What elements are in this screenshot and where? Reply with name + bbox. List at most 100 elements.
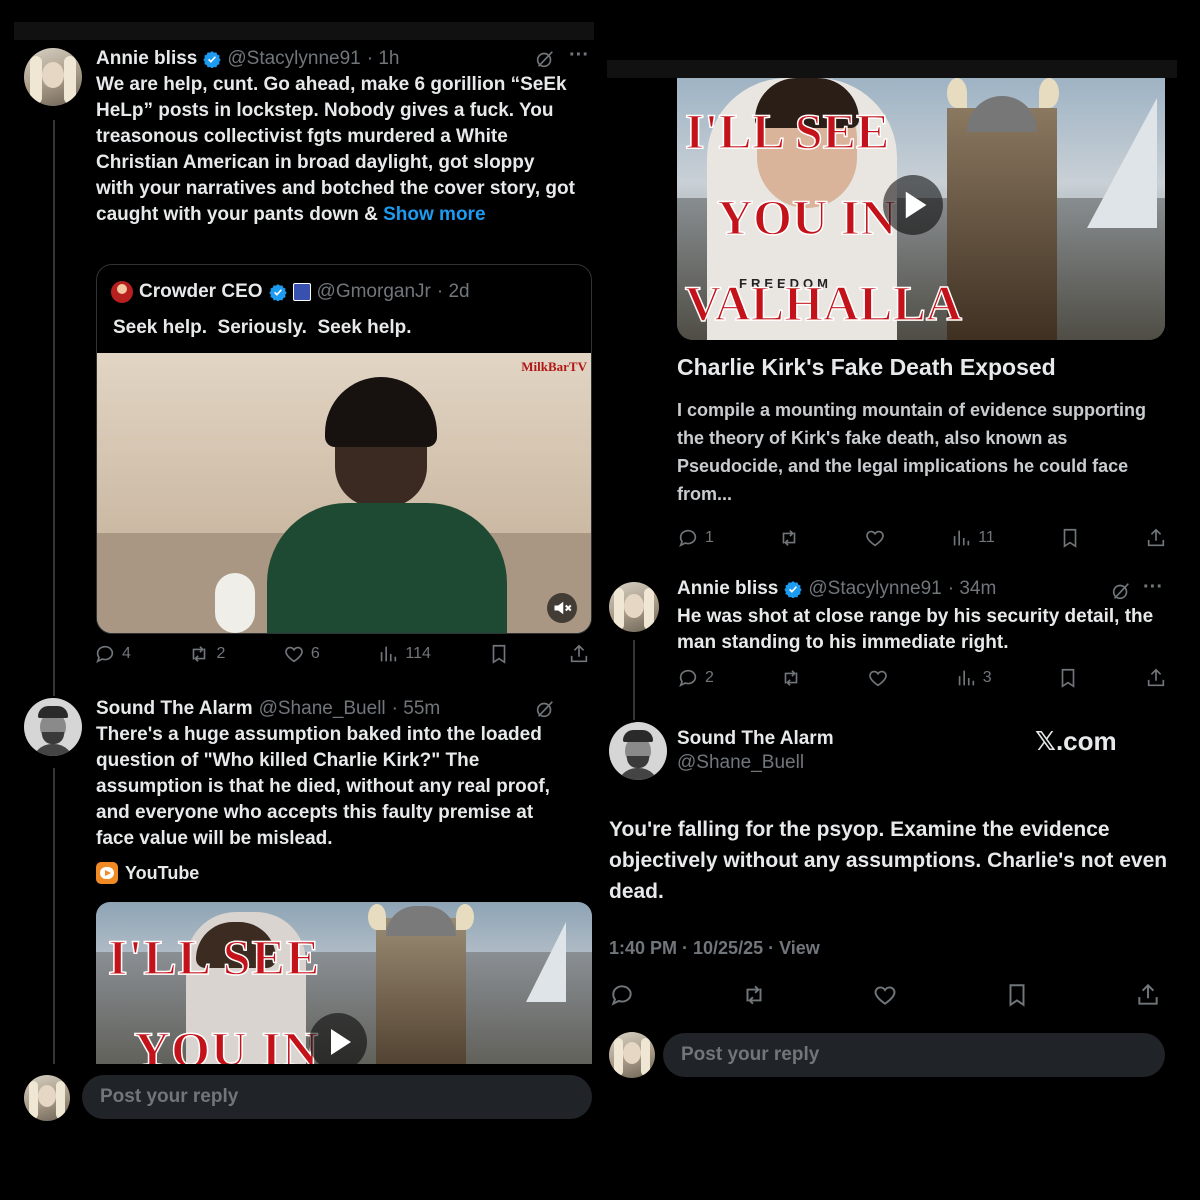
video-thumbnail[interactable]: FREEDOM I'LL SEE YOU IN VALHALLA xyxy=(677,78,1165,340)
thumbnail-title-line: YOU IN xyxy=(133,1020,320,1064)
bookmark-button[interactable] xyxy=(488,643,510,665)
author-name[interactable]: Sound The Alarm xyxy=(677,728,834,750)
panel-top-bar xyxy=(14,22,594,40)
verified-badge-icon xyxy=(203,50,221,68)
author-name[interactable]: Sound The Alarm xyxy=(96,698,253,720)
quote-handle[interactable]: @GmorganJr xyxy=(317,281,431,303)
right-thread-panel: FREEDOM I'LL SEE YOU IN VALHALLA Charlie… xyxy=(607,60,1177,1020)
viking-figure xyxy=(947,108,1057,340)
repost-button[interactable]: 2 xyxy=(188,643,225,665)
more-options-icon[interactable]: ··· xyxy=(1143,576,1163,599)
share-button[interactable] xyxy=(1135,982,1161,1008)
like-icon xyxy=(872,982,898,1008)
play-icon[interactable] xyxy=(882,174,944,236)
grok-icon[interactable] xyxy=(1110,580,1132,602)
avatar[interactable] xyxy=(609,722,667,780)
grok-icon[interactable] xyxy=(534,48,556,70)
reply-button[interactable] xyxy=(609,982,635,1008)
link-source-label: YouTube xyxy=(125,862,200,883)
repost-button[interactable] xyxy=(741,982,767,1008)
repost-icon xyxy=(778,527,800,549)
views-icon xyxy=(377,643,399,665)
avatar[interactable] xyxy=(24,48,82,106)
post-actions xyxy=(609,982,1161,1008)
repost-count: 2 xyxy=(216,645,226,662)
like-icon xyxy=(867,667,889,689)
card-description: I compile a mounting mountain of evidenc… xyxy=(677,400,1147,504)
bookmark-icon xyxy=(1004,982,1030,1008)
views-button[interactable]: 114 xyxy=(377,643,431,665)
grok-icon[interactable] xyxy=(534,698,556,720)
repost-icon xyxy=(741,982,767,1008)
like-button[interactable] xyxy=(864,527,886,549)
like-icon xyxy=(864,527,886,549)
avatar[interactable] xyxy=(24,698,82,756)
more-options-icon[interactable]: ··· xyxy=(569,44,589,67)
link-source[interactable]: YouTube xyxy=(96,862,199,884)
bookmark-button[interactable] xyxy=(1057,667,1079,689)
views-count: 11 xyxy=(978,529,995,546)
reply-icon xyxy=(609,982,635,1008)
reply-button[interactable]: 4 xyxy=(94,643,131,665)
reply-icon xyxy=(677,527,699,549)
quote-author-name[interactable]: Crowder CEO xyxy=(139,281,263,303)
like-icon xyxy=(283,643,305,665)
quoted-post[interactable]: Crowder CEO @GmorganJr · 2d Seek help. S… xyxy=(96,264,592,634)
reply-button[interactable]: 1 xyxy=(677,527,714,549)
bookmark-button[interactable] xyxy=(1004,982,1030,1008)
views-button[interactable]: 3 xyxy=(955,667,992,689)
reply-avatar xyxy=(609,1032,655,1078)
share-button[interactable] xyxy=(568,643,590,665)
author-handle[interactable]: @Stacylynne91 xyxy=(808,578,941,600)
video-thumbnail[interactable]: I'LL SEE YOU IN xyxy=(96,902,592,1064)
like-button[interactable] xyxy=(872,982,898,1008)
like-count: 6 xyxy=(310,645,320,662)
bookmark-icon xyxy=(488,643,510,665)
main-post-text: You're falling for the psyop. Examine th… xyxy=(609,818,1168,903)
post-meta[interactable]: 1:40 PM · 10/25/25 · View xyxy=(609,938,820,959)
share-button[interactable] xyxy=(1145,667,1167,689)
show-more-link[interactable]: Show more xyxy=(383,204,485,225)
repost-button[interactable] xyxy=(778,527,800,549)
quote-text: Seek help. Seriously. Seek help. xyxy=(113,317,412,338)
post-time[interactable]: · 34m xyxy=(948,578,997,600)
repost-button[interactable] xyxy=(780,667,802,689)
views-icon xyxy=(955,667,977,689)
repost-icon xyxy=(780,667,802,689)
quote-avatar xyxy=(111,281,133,303)
post-time[interactable]: · 1h xyxy=(367,48,400,70)
reply-count: 2 xyxy=(705,669,714,686)
author-handle[interactable]: @Stacylynne91 xyxy=(227,48,360,70)
avatar[interactable] xyxy=(609,582,659,632)
author-name[interactable]: Annie bliss xyxy=(677,578,778,600)
like-button[interactable]: 6 xyxy=(283,643,320,665)
share-button[interactable] xyxy=(1145,527,1167,549)
thread-line xyxy=(633,640,635,720)
post-body: We are help, cunt. Go ahead, make 6 gori… xyxy=(96,74,575,225)
quote-video[interactable]: MilkBarTV xyxy=(97,353,591,633)
post-time[interactable]: · 55m xyxy=(392,698,441,720)
card-title[interactable]: Charlie Kirk's Fake Death Exposed xyxy=(677,354,1056,381)
post-actions: 1 11 xyxy=(677,526,1167,550)
reply-icon xyxy=(94,643,116,665)
author-name[interactable]: Annie bliss xyxy=(96,48,197,70)
reply-count: 4 xyxy=(122,645,131,662)
author-handle[interactable]: @Shane_Buell xyxy=(677,752,804,774)
youtube-icon xyxy=(96,862,118,884)
reply-icon xyxy=(677,667,699,689)
reply-input[interactable]: Post your reply xyxy=(82,1075,592,1119)
speaker-body xyxy=(267,503,507,633)
reply-input[interactable]: Post your reply xyxy=(663,1033,1165,1077)
bookmark-button[interactable] xyxy=(1059,527,1081,549)
play-icon[interactable] xyxy=(308,1012,368,1064)
views-button[interactable]: 11 xyxy=(950,527,995,549)
author-handle[interactable]: @Shane_Buell xyxy=(259,698,386,720)
left-thread-panel: Annie bliss @Stacylynne91 · 1h ··· We ar… xyxy=(14,22,594,1064)
reply-button[interactable]: 2 xyxy=(677,667,714,689)
thumbnail-title-line: I'LL SEE xyxy=(684,102,890,160)
thread-line xyxy=(53,120,55,696)
mute-icon[interactable] xyxy=(547,593,577,623)
like-button[interactable] xyxy=(867,667,889,689)
repost-icon xyxy=(188,643,210,665)
reply-avatar xyxy=(24,1075,70,1121)
